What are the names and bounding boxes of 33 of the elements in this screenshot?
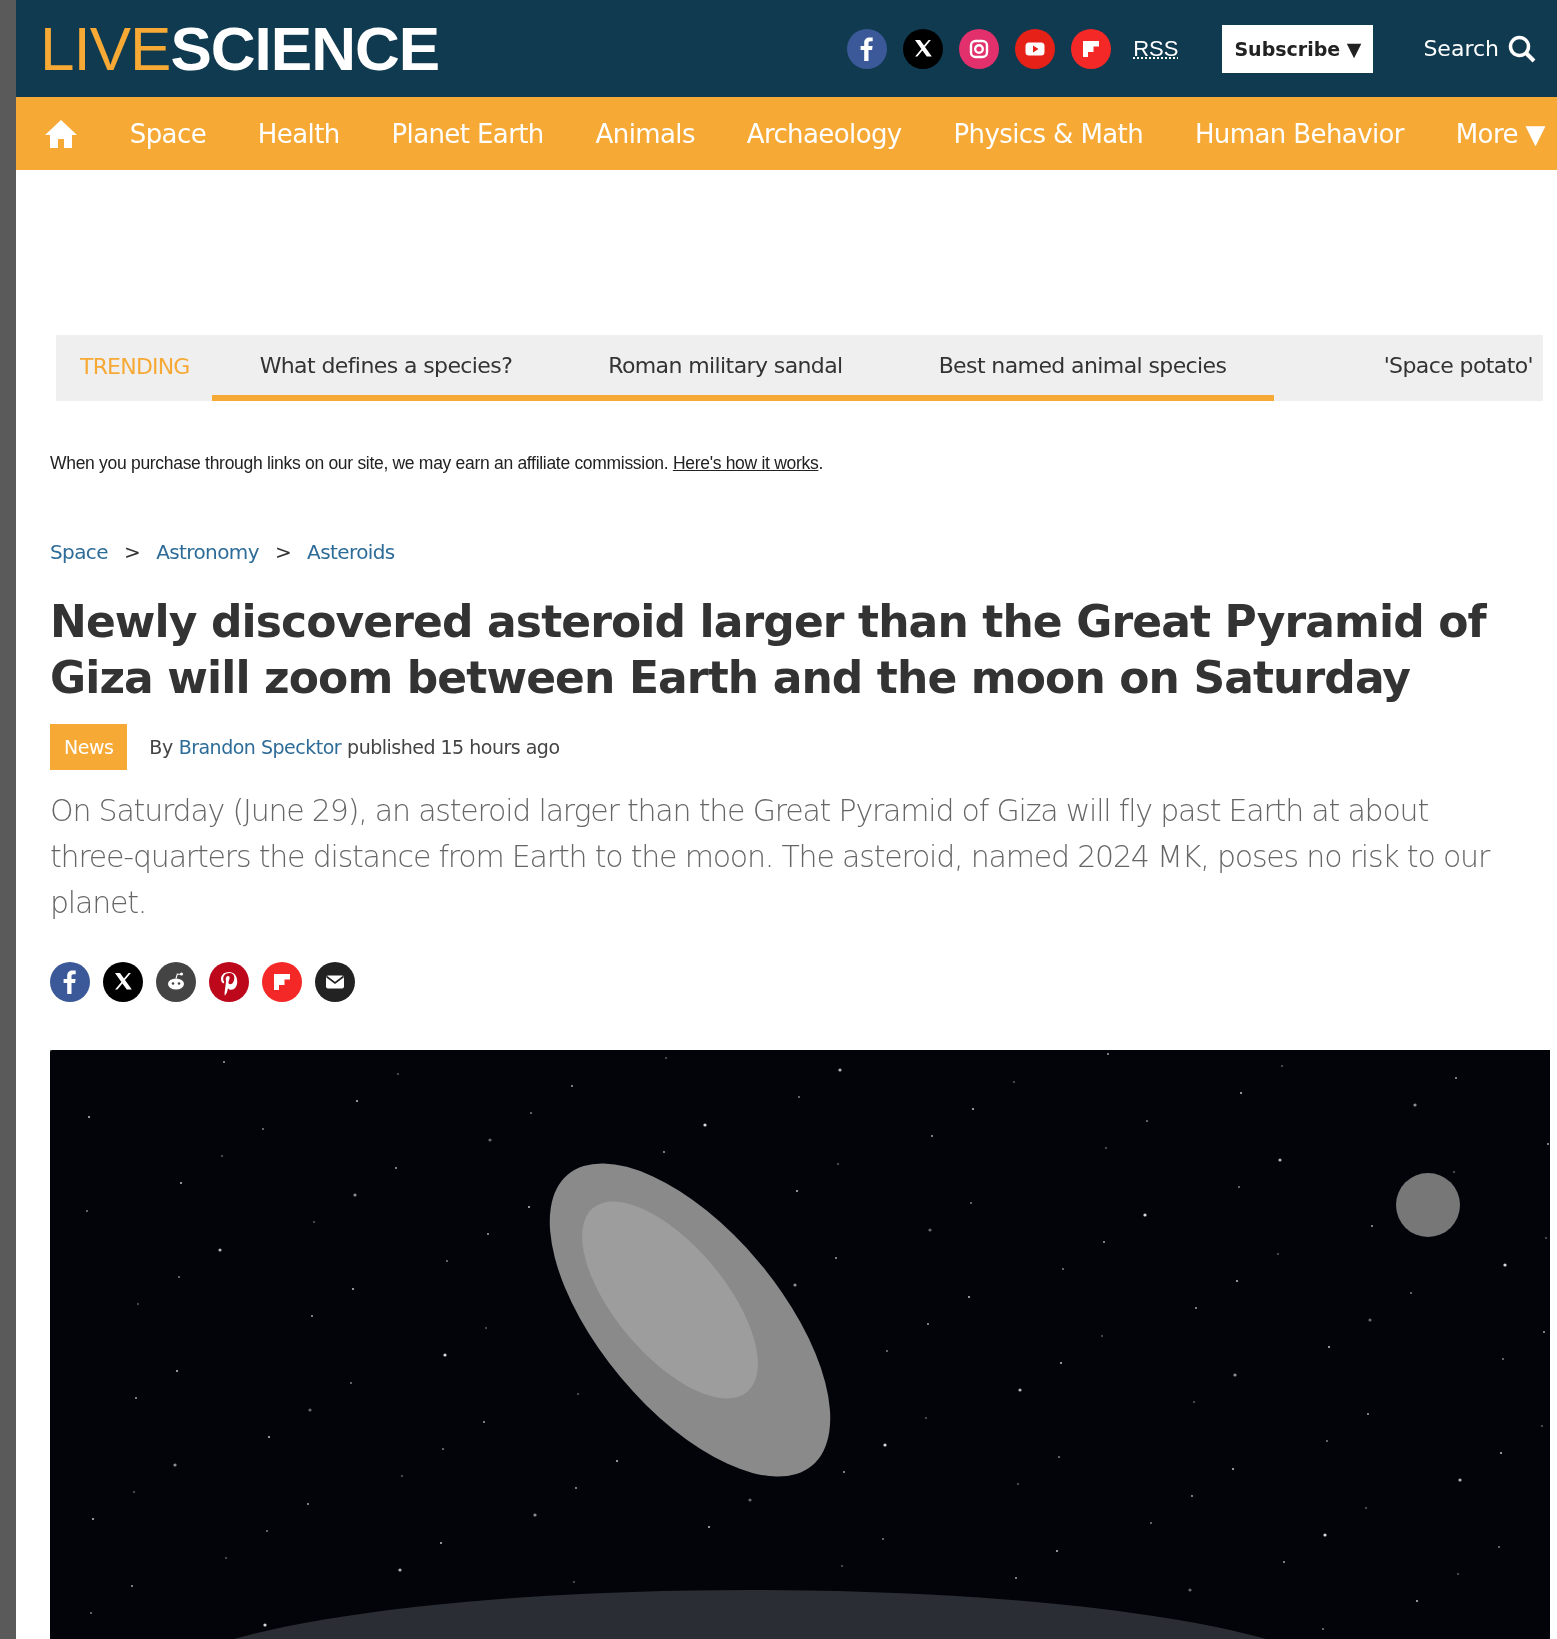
subscribe-button[interactable]: Subscribe ▼ (1222, 24, 1374, 73)
trending-link[interactable]: Best named animal species (890, 335, 1275, 401)
pinterest-icon[interactable] (209, 962, 249, 1002)
trending-label: TRENDING (79, 352, 191, 381)
envelope-icon[interactable] (315, 962, 355, 1002)
author-link[interactable]: Brandon Specktor (178, 736, 342, 758)
site-logo[interactable]: LIVESCIENCE (40, 17, 440, 80)
reddit-icon[interactable] (156, 962, 196, 1002)
breadcrumb-link[interactable]: Asteroids (307, 540, 395, 564)
byline-label: By (149, 736, 173, 758)
breadcrumb-link[interactable]: Space (50, 540, 108, 564)
breadcrumb-separator: > (274, 540, 292, 564)
search-icon (1507, 33, 1537, 64)
publish-time: published 15 hours ago (347, 736, 560, 758)
x-logo-icon[interactable] (903, 28, 944, 69)
breadcrumb-link[interactable]: Astronomy (156, 540, 259, 564)
instagram-icon[interactable] (959, 28, 1000, 69)
trending-link[interactable]: Roman military sandal (560, 335, 891, 401)
article-summary: On Saturday (June 29), an asteroid larger than the Great Pyramid of Giza will fly past Earth at about three-quarters the distance from Earth to the moon. The asteroid, named 2024 MK, poses no risk to our planet. (50, 792, 1491, 922)
search-button[interactable]: Search (1417, 32, 1543, 65)
rss-link[interactable]: RSS (1133, 35, 1179, 62)
facebook-icon[interactable] (847, 28, 888, 69)
x-logo-icon[interactable] (103, 962, 143, 1002)
trending-link[interactable]: What defines a species? (211, 335, 561, 401)
category-badge: News (50, 724, 128, 770)
youtube-icon[interactable] (1015, 28, 1056, 69)
flipboard-icon[interactable] (1071, 28, 1112, 69)
breadcrumb-separator: > (123, 540, 141, 564)
trending-link[interactable]: 'Space potato' (1335, 335, 1543, 401)
article-title: Newly discovered asteroid larger than the Great Pyramid of Giza will zoom between Earth and the moon on Saturday (50, 595, 1488, 705)
facebook-icon[interactable] (50, 962, 90, 1002)
affiliate-disclosure: When you purchase through links on our site, we may earn an affiliate commission. Here's how it works. (50, 453, 824, 474)
how-it-works-link[interactable]: Here's how it works (672, 453, 819, 473)
